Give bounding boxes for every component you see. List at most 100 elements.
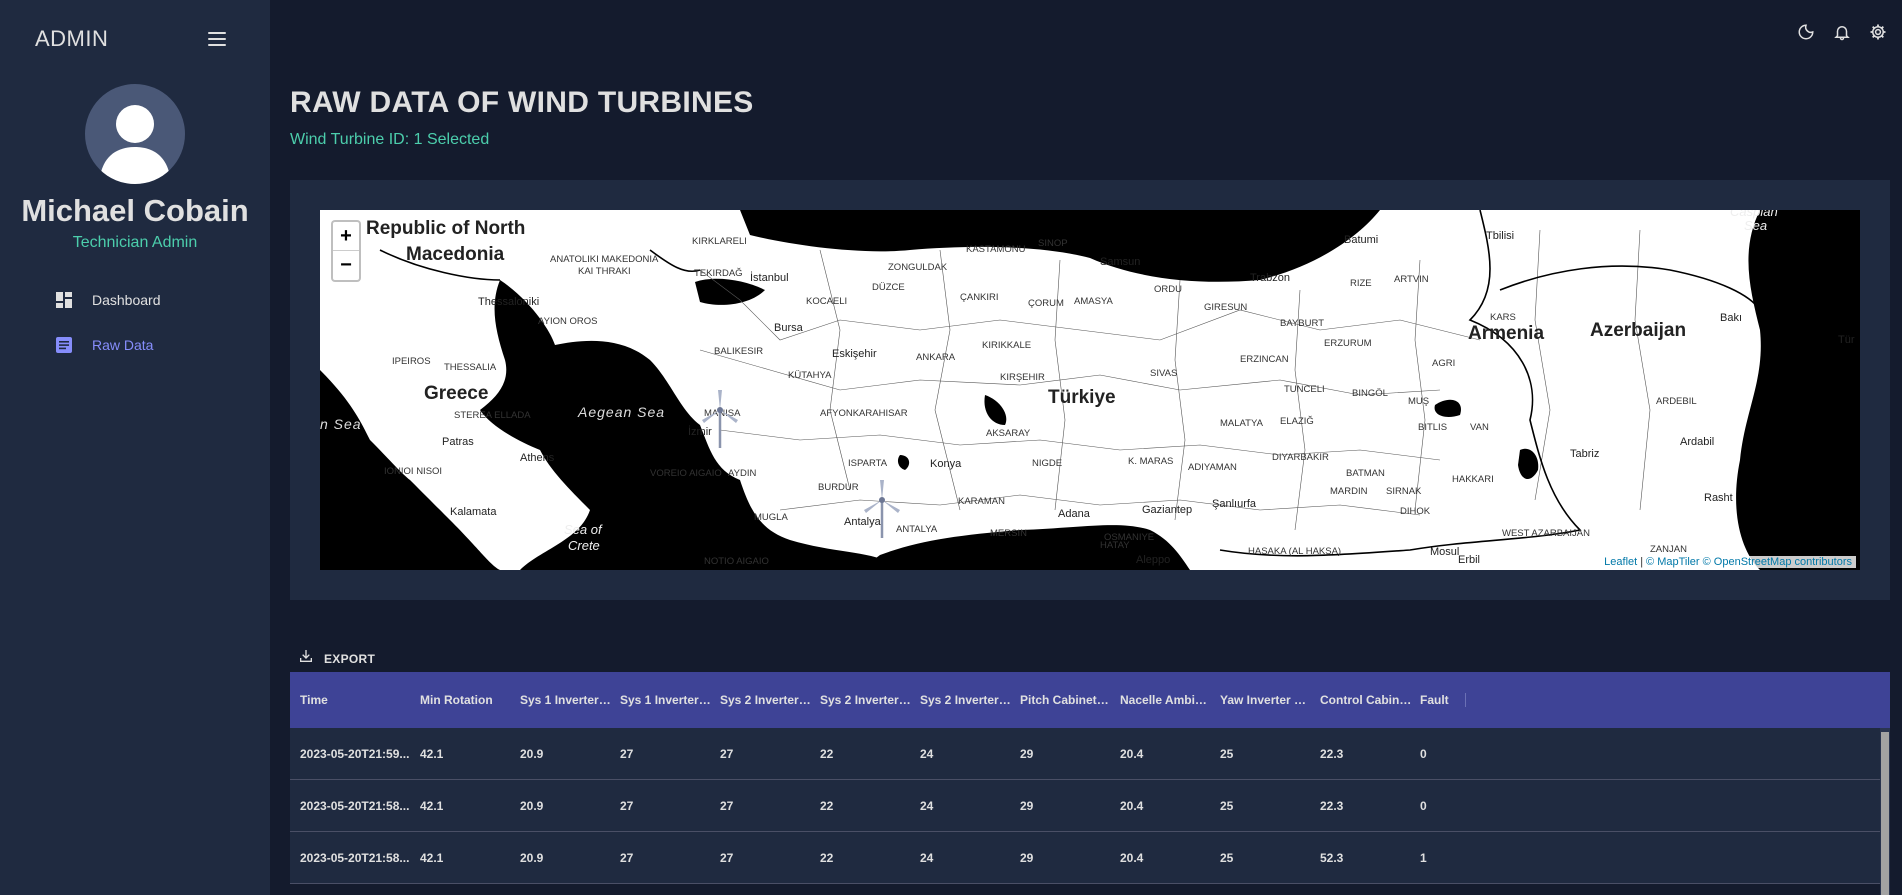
map-label-city: Kalamata bbox=[450, 506, 497, 518]
map-label-province: ZONGULDAK bbox=[888, 262, 948, 273]
map-label-province: BINGÖL bbox=[1352, 388, 1388, 399]
map-label-province: HAKKARI bbox=[1452, 474, 1494, 485]
table-row[interactable]: 2023-05-20T21:58... 42.1 20.9 27 27 22 2… bbox=[290, 780, 1890, 832]
attribution-separator: | bbox=[1640, 556, 1644, 568]
table-row[interactable]: 2023-05-20T21:58... 42.1 20.9 27 27 22 2… bbox=[290, 832, 1890, 884]
cell-nacelle-ambient: 20.4 bbox=[1120, 746, 1144, 761]
map-label-city: Tür bbox=[1838, 334, 1855, 346]
column-header-nacelle-ambient[interactable]: Nacelle Ambien... bbox=[1120, 693, 1220, 707]
map-label-province: AYION OROS bbox=[538, 316, 598, 327]
map-label-province: ÇORUM bbox=[1028, 298, 1064, 309]
map-label-province: ELAZIĞ bbox=[1280, 416, 1314, 427]
map-label-province: DIHOK bbox=[1400, 506, 1431, 517]
map-label-country: Türkiye bbox=[1048, 387, 1116, 408]
column-separator[interactable] bbox=[1465, 693, 1466, 707]
cell-min-rotation: 42.1 bbox=[420, 746, 444, 761]
map-label-city: Mosul bbox=[1430, 546, 1460, 558]
map-label-province: ZANJAN bbox=[1650, 544, 1687, 555]
map-label-city: Erbil bbox=[1458, 554, 1481, 566]
map-label-province: STEREA ELLADA bbox=[454, 410, 531, 421]
dark-mode-icon[interactable] bbox=[1796, 22, 1816, 42]
cell-sys2-inverter7: 24 bbox=[920, 798, 934, 813]
map-label-province: SINOP bbox=[1038, 238, 1068, 249]
settings-icon[interactable] bbox=[1868, 22, 1888, 42]
column-header-sys1-inverter3[interactable]: Sys 1 Inverter 3 ... bbox=[520, 693, 620, 707]
sidebar-item-raw-data[interactable]: Raw Data bbox=[55, 333, 153, 357]
map-label-province: WEST AZARBAIJAN bbox=[1502, 528, 1590, 539]
wind-turbine-marker[interactable] bbox=[700, 390, 740, 450]
menu-toggle-icon[interactable] bbox=[208, 32, 226, 46]
turbine-map[interactable]: Republic of North Macedonia Greece Türki… bbox=[320, 210, 1860, 570]
column-header-time[interactable]: Time bbox=[300, 693, 420, 707]
map-label-province: HATAY bbox=[1100, 540, 1130, 551]
column-header-yaw-inverter[interactable]: Yaw Inverter Ca... bbox=[1220, 693, 1320, 707]
cell-time: 2023-05-20T21:59... bbox=[300, 746, 410, 761]
column-header-sys2-inverter4[interactable]: Sys 2 Inverter 4 ... bbox=[820, 693, 920, 707]
raw-data-table: Time Min Rotation Sys 1 Inverter 3 ... S… bbox=[290, 672, 1890, 895]
leaflet-link[interactable]: Leaflet bbox=[1604, 556, 1637, 568]
cell-sys1-inverter6: 27 bbox=[620, 798, 634, 813]
cell-sys1-inverter6: 27 bbox=[620, 746, 634, 761]
map-label-city: Adana bbox=[1058, 508, 1090, 520]
map-label-province: KOCAELI bbox=[806, 296, 848, 307]
sidebar-item-dashboard[interactable]: Dashboard bbox=[55, 288, 161, 312]
map-label-country: Republic of North bbox=[366, 218, 526, 239]
map-zoom-control: + − bbox=[331, 220, 361, 282]
sidebar: ADMIN Michael Cobain Technician Admin Da… bbox=[0, 0, 270, 895]
map-label-province: AFYONKARAHISAR bbox=[820, 408, 908, 419]
notifications-icon[interactable] bbox=[1832, 22, 1852, 42]
map-label-province: DÜZCE bbox=[872, 282, 905, 293]
sidebar-item-label: Dashboard bbox=[92, 292, 161, 308]
export-label: EXPORT bbox=[324, 651, 376, 666]
download-icon bbox=[298, 648, 314, 669]
map-label-province: BAYBURT bbox=[1280, 318, 1324, 329]
map-label-city: Konya bbox=[930, 458, 962, 470]
cell-pitch-cabinet: 29 bbox=[1020, 798, 1034, 813]
cell-fault: 0 bbox=[1420, 746, 1427, 761]
map-label-province: RIZE bbox=[1350, 278, 1372, 289]
map-label-province: ERZINCAN bbox=[1240, 354, 1289, 365]
map-label-city: Trabzon bbox=[1250, 272, 1290, 284]
export-button[interactable]: EXPORT bbox=[298, 648, 375, 669]
table-row[interactable]: 2023-05-20T21:59... 42.1 20.9 27 27 22 2… bbox=[290, 728, 1890, 780]
map-label-sea: n Sea bbox=[320, 416, 362, 432]
page-subtitle: Wind Turbine ID: 1 Selected bbox=[290, 131, 490, 148]
zoom-in-button[interactable]: + bbox=[333, 222, 359, 251]
zoom-out-button[interactable]: − bbox=[333, 251, 359, 280]
scrollbar-thumb[interactable] bbox=[1881, 732, 1889, 895]
wind-turbine-marker[interactable] bbox=[862, 480, 902, 540]
cell-sys1-inverter3: 20.9 bbox=[520, 850, 544, 865]
column-header-fault[interactable]: Fault bbox=[1420, 693, 1465, 707]
map-label-city: Batumi bbox=[1344, 234, 1379, 246]
column-header-control-cabinet[interactable]: Control Cabine... bbox=[1320, 693, 1420, 707]
map-label-city: Tbilisi bbox=[1486, 230, 1515, 242]
cell-control-cabinet: 22.3 bbox=[1320, 798, 1344, 813]
column-header-sys1-inverter6[interactable]: Sys 1 Inverter 6 ... bbox=[620, 693, 720, 707]
topbar-icons bbox=[1796, 22, 1888, 42]
article-icon bbox=[55, 336, 73, 354]
copyright-link[interactable]: © MapTiler © OpenStreetMap contributors bbox=[1646, 556, 1852, 568]
column-header-sys2-inverter7[interactable]: Sys 2 Inverter 7 ... bbox=[920, 693, 1020, 707]
cell-sys2-inverter3: 27 bbox=[720, 746, 734, 761]
map-label-province: ARTVIN bbox=[1394, 274, 1429, 285]
map-label-city: Tabriz bbox=[1570, 448, 1600, 460]
table-scrollbar[interactable] bbox=[1880, 728, 1890, 895]
brand-title: ADMIN bbox=[35, 26, 109, 51]
column-header-sys2-inverter3[interactable]: Sys 2 Inverter 3 ... bbox=[720, 693, 820, 707]
map-label-city: Şanlıurfa bbox=[1212, 498, 1257, 510]
map-label-province: KARAMAN bbox=[958, 496, 1005, 507]
cell-yaw-inverter: 25 bbox=[1220, 746, 1234, 761]
map-label-province: BATMAN bbox=[1346, 468, 1385, 479]
map-label-province: K. MARAS bbox=[1128, 456, 1174, 467]
map-label-province: TUNCELI bbox=[1284, 384, 1325, 395]
cell-control-cabinet: 52.3 bbox=[1320, 850, 1344, 865]
column-header-min-rotation[interactable]: Min Rotation bbox=[420, 693, 520, 707]
map-label-province: THESSALIA bbox=[444, 362, 497, 373]
map-label-province: MERSIN bbox=[990, 528, 1027, 539]
column-header-pitch-cabinet[interactable]: Pitch Cabinet B... bbox=[1020, 693, 1120, 707]
map-label-country: Armenia bbox=[1468, 323, 1545, 344]
cell-sys2-inverter3: 27 bbox=[720, 798, 734, 813]
map-label-province: TEKIRDAĞ bbox=[694, 268, 743, 279]
map-label-sea: Sea bbox=[1744, 218, 1768, 233]
map-label-sea: Crete bbox=[568, 538, 600, 553]
